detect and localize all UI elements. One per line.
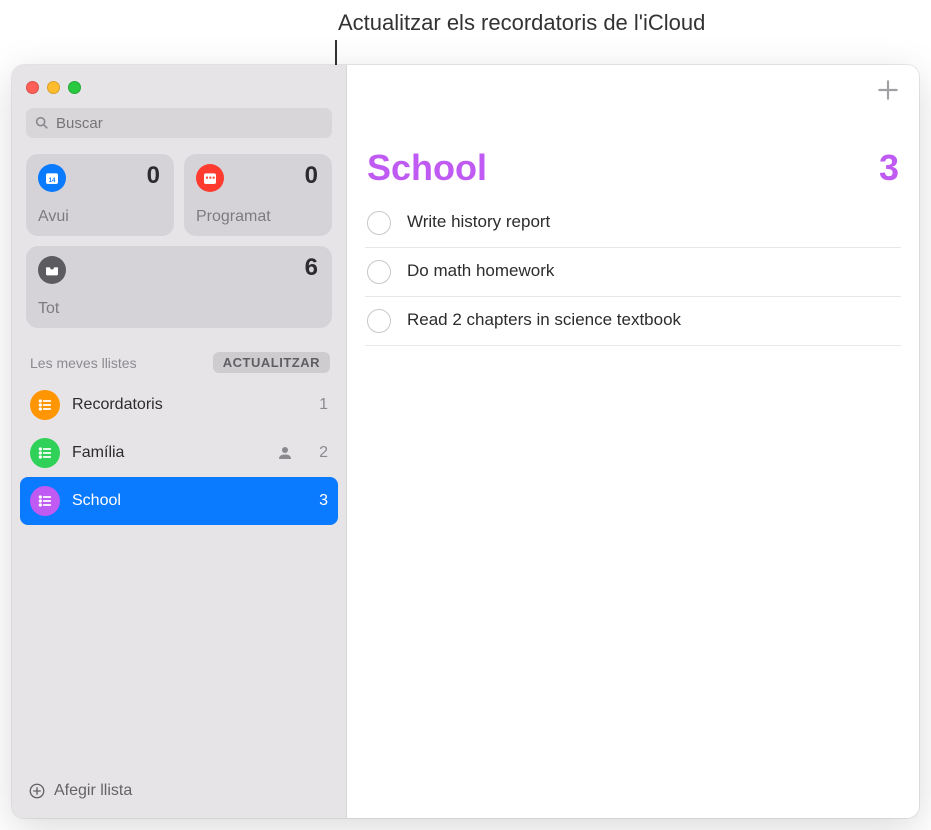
upgrade-button[interactable]: ACTUALITZAR	[213, 352, 330, 373]
shared-icon	[276, 444, 294, 462]
sidebar-list-familia[interactable]: Família 2	[20, 429, 338, 477]
smart-card-all[interactable]: 6 Tot	[26, 246, 332, 328]
add-list-button[interactable]: Afegir llista	[12, 772, 346, 810]
inbox-icon	[38, 256, 66, 284]
reminder-text: Do math homework	[407, 261, 554, 280]
reminder-item[interactable]: Do math homework	[365, 248, 901, 297]
svg-text:14: 14	[49, 178, 56, 184]
smart-card-today-label: Avui	[38, 208, 69, 226]
sidebar-list-recordatoris[interactable]: Recordatoris 1	[20, 381, 338, 429]
list-count: 3	[879, 147, 899, 189]
list-title: School	[367, 147, 487, 189]
smart-card-scheduled-count: 0	[305, 162, 318, 190]
smart-card-all-label: Tot	[38, 300, 59, 318]
sidebar-list-count: 2	[310, 444, 328, 462]
add-reminder-button[interactable]	[875, 77, 901, 103]
main-header: School 3	[347, 115, 919, 207]
calendar-icon	[196, 164, 224, 192]
section-title: Les meves llistes	[30, 355, 137, 371]
reminders-list: Write history report Do math homework Re…	[347, 207, 919, 346]
calendar-today-icon: 14	[38, 164, 66, 192]
sidebar-list-school[interactable]: School 3	[20, 477, 338, 525]
plus-circle-icon	[28, 782, 46, 800]
smart-card-scheduled-label: Programat	[196, 208, 271, 226]
reminder-checkbox[interactable]	[367, 211, 391, 235]
reminder-checkbox[interactable]	[367, 260, 391, 284]
search-container	[12, 108, 346, 148]
sidebar-list-label: School	[72, 492, 298, 510]
list-bullet-icon	[30, 486, 60, 516]
reminder-text: Read 2 chapters in science textbook	[407, 310, 681, 329]
search-input[interactable]	[26, 108, 332, 138]
reminder-checkbox[interactable]	[367, 309, 391, 333]
sidebar-list-count: 1	[310, 396, 328, 414]
search-icon	[34, 115, 50, 131]
add-list-label: Afegir llista	[54, 782, 132, 800]
zoom-window-button[interactable]	[68, 81, 81, 94]
lists-container: Recordatoris 1 Família 2 School 3	[12, 381, 346, 525]
smart-card-all-count: 6	[305, 254, 318, 282]
close-window-button[interactable]	[26, 81, 39, 94]
smart-card-scheduled[interactable]: 0 Programat	[184, 154, 332, 236]
smart-card-today-count: 0	[147, 162, 160, 190]
sidebar-list-count: 3	[310, 492, 328, 510]
main-toolbar	[347, 65, 919, 115]
reminder-text: Write history report	[407, 212, 550, 231]
minimize-window-button[interactable]	[47, 81, 60, 94]
window-controls	[12, 73, 346, 108]
reminder-item[interactable]: Read 2 chapters in science textbook	[365, 297, 901, 346]
list-bullet-icon	[30, 390, 60, 420]
annotation-label: Actualitzar els recordatoris de l'iCloud	[338, 10, 705, 36]
sidebar-list-label: Família	[72, 444, 264, 462]
sidebar-list-label: Recordatoris	[72, 396, 298, 414]
smart-card-today[interactable]: 14 0 Avui	[26, 154, 174, 236]
app-window: 14 0 Avui 0 Programat 6 Tot Les m	[12, 65, 919, 818]
reminder-item[interactable]: Write history report	[365, 207, 901, 248]
section-header: Les meves llistes ACTUALITZAR	[12, 332, 346, 381]
sidebar: 14 0 Avui 0 Programat 6 Tot Les m	[12, 65, 347, 818]
list-bullet-icon	[30, 438, 60, 468]
main-panel: School 3 Write history report Do math ho…	[347, 65, 919, 818]
smart-cards: 14 0 Avui 0 Programat 6 Tot	[12, 148, 346, 332]
